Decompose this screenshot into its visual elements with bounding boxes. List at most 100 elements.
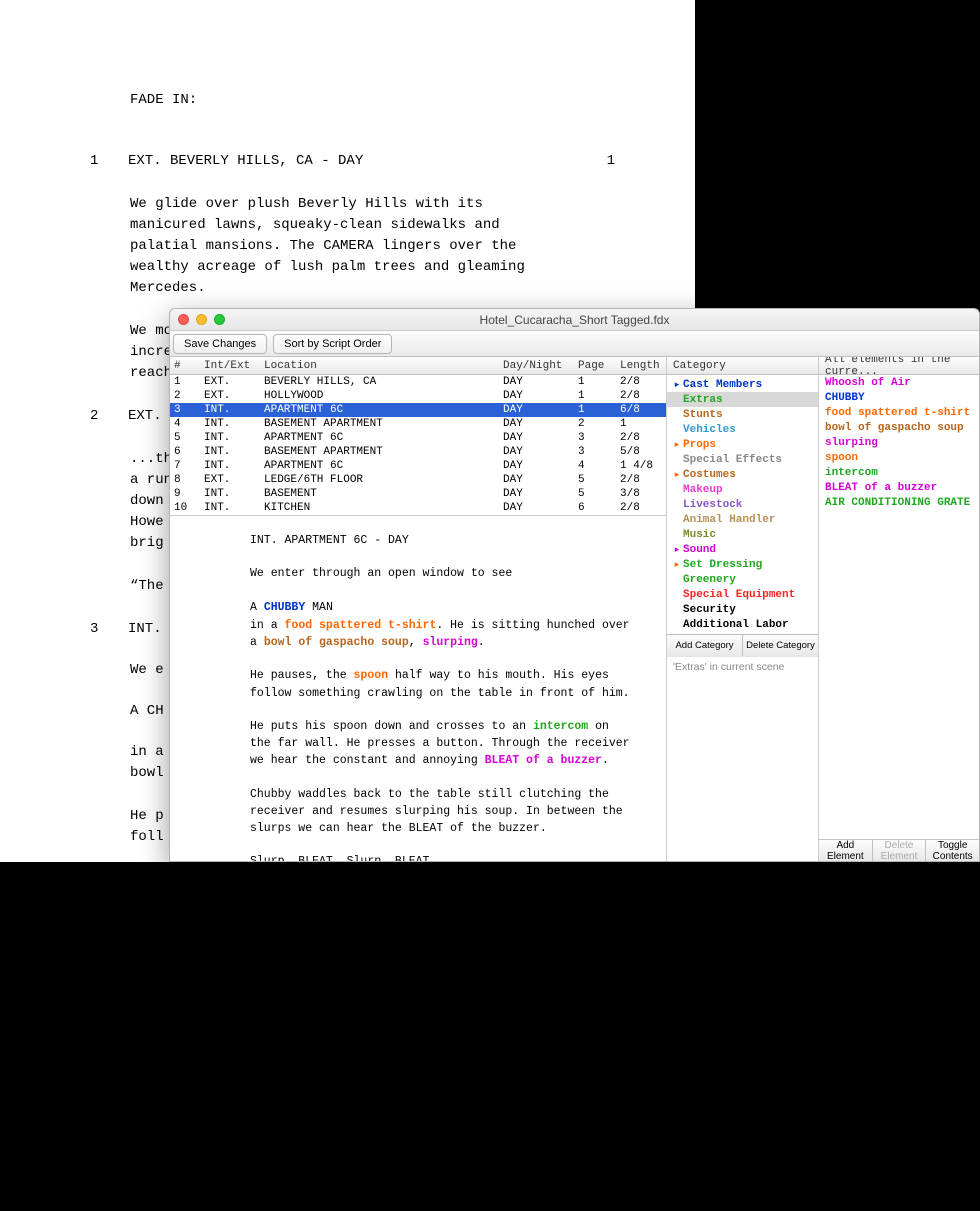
col-length[interactable]: Length bbox=[616, 360, 666, 372]
element-item[interactable]: slurping bbox=[825, 437, 973, 452]
category-item[interactable]: Greenery bbox=[667, 572, 818, 587]
element-item[interactable]: bowl of gaspacho soup bbox=[825, 422, 973, 437]
action-text-cut: far bbox=[130, 891, 555, 912]
category-label: Livestock bbox=[683, 499, 742, 511]
tag-prop[interactable]: spoon bbox=[354, 669, 389, 682]
category-item[interactable]: Vehicles bbox=[667, 422, 818, 437]
category-item[interactable]: ▸Cast Members bbox=[667, 377, 818, 392]
action-text-cut: AIR bbox=[130, 1126, 555, 1147]
sort-by-script-order-button[interactable]: Sort by Script Order bbox=[273, 334, 392, 354]
category-item[interactable]: ▸Costumes bbox=[667, 467, 818, 482]
scene-row[interactable]: 4INT.BASEMENT APARTMENTDAY21 bbox=[170, 417, 666, 431]
disclosure-arrow-icon[interactable]: ▸ bbox=[671, 440, 683, 450]
scene-number-left: 2 bbox=[90, 406, 128, 427]
col-location[interactable]: Location bbox=[260, 360, 499, 372]
category-label: Makeup bbox=[683, 484, 723, 496]
category-label: Animal Handler bbox=[683, 514, 775, 526]
tag-costume[interactable]: food spattered t-shirt bbox=[285, 619, 437, 632]
disclosure-arrow-icon[interactable]: ▸ bbox=[671, 560, 683, 570]
save-changes-button[interactable]: Save Changes bbox=[173, 334, 267, 354]
scene-heading: EXT. BEVERLY HILLS, CA - DAY bbox=[128, 151, 585, 172]
delete-category-button[interactable]: Delete Category bbox=[743, 635, 818, 656]
action-text-cut: He p bbox=[130, 870, 555, 891]
tag-sound[interactable]: BLEAT of a buzzer bbox=[485, 754, 602, 767]
category-item[interactable]: Stunts bbox=[667, 407, 818, 422]
category-item[interactable]: ▸Props bbox=[667, 437, 818, 452]
scene-number-right: 1 bbox=[585, 151, 615, 172]
action-text-cut: mesh bbox=[130, 1190, 555, 1211]
category-item[interactable]: ▸Sound bbox=[667, 542, 818, 557]
scene-number-left: 3 bbox=[90, 619, 128, 640]
scene-table: # Int/Ext Location Day/Night Page Length… bbox=[170, 357, 666, 516]
scene-row[interactable]: 10INT.KITCHENDAY62/8 bbox=[170, 501, 666, 515]
element-item[interactable]: intercom bbox=[825, 467, 973, 482]
col-day-night[interactable]: Day/Night bbox=[499, 360, 574, 372]
element-item[interactable]: Whoosh of Air bbox=[825, 377, 973, 392]
scene-number-left: 1 bbox=[90, 151, 128, 172]
category-label: Set Dressing bbox=[683, 559, 762, 571]
category-pane: Category ▸Cast MembersExtrasStuntsVehicl… bbox=[667, 357, 819, 861]
category-item[interactable]: ▸Set Dressing bbox=[667, 557, 818, 572]
category-item[interactable]: Animal Handler bbox=[667, 512, 818, 527]
category-item[interactable]: Additional Labor bbox=[667, 617, 818, 632]
elements-pane: All elements in the curre... Whoosh of A… bbox=[819, 357, 979, 861]
category-item[interactable]: Livestock bbox=[667, 497, 818, 512]
category-item[interactable]: Music bbox=[667, 527, 818, 542]
tag-set-dressing[interactable]: intercom bbox=[533, 720, 588, 733]
scene-row[interactable]: 3INT.APARTMENT 6CDAY16/8 bbox=[170, 403, 666, 417]
col-page[interactable]: Page bbox=[574, 360, 616, 372]
add-element-button[interactable]: Add Element bbox=[819, 840, 873, 861]
disclosure-arrow-icon[interactable]: ▸ bbox=[671, 380, 683, 390]
tag-cast[interactable]: CHUBBY bbox=[264, 601, 305, 614]
scene-row[interactable]: 2EXT.HOLLYWOODDAY12/8 bbox=[170, 389, 666, 403]
tag-sound[interactable]: slurping bbox=[423, 636, 478, 649]
disclosure-arrow-icon[interactable]: ▸ bbox=[671, 545, 683, 555]
detail-slugline: INT. APARTMENT 6C - DAY bbox=[250, 532, 636, 549]
detail-action: Chubby waddles back to the table still c… bbox=[250, 786, 636, 838]
category-item[interactable]: Makeup bbox=[667, 482, 818, 497]
scene-row[interactable]: 8EXT.LEDGE/6TH FLOORDAY52/8 bbox=[170, 473, 666, 487]
element-item[interactable]: spoon bbox=[825, 452, 973, 467]
category-label: Music bbox=[683, 529, 716, 541]
action-text-cut: slur bbox=[130, 997, 555, 1018]
action-text-cut: We T bbox=[130, 1083, 555, 1104]
category-item[interactable]: Special Effects bbox=[667, 452, 818, 467]
element-item[interactable]: food spattered t-shirt bbox=[825, 407, 973, 422]
elements-list: Whoosh of AirCHUBBYfood spattered t-shir… bbox=[819, 375, 979, 839]
category-label: Costumes bbox=[683, 469, 736, 481]
action-text-cut: rece bbox=[130, 976, 555, 997]
category-item[interactable]: Extras bbox=[667, 392, 818, 407]
minimize-icon[interactable] bbox=[196, 314, 207, 325]
script-detail-view[interactable]: INT. APARTMENT 6C - DAY We enter through… bbox=[170, 516, 666, 861]
category-item[interactable]: Special Equipment bbox=[667, 587, 818, 602]
detail-action: in a food spattered t-shirt. He is sitti… bbox=[250, 617, 636, 652]
category-label: Extras bbox=[683, 394, 723, 406]
action-text-cut: HEAR bbox=[130, 912, 555, 933]
scene-row[interactable]: 1EXT.BEVERLY HILLS, CADAY12/8 bbox=[170, 375, 666, 389]
scene-row[interactable]: 7INT.APARTMENT 6CDAY41 4/8 bbox=[170, 459, 666, 473]
toggle-contents-button[interactable]: Toggle Contents bbox=[926, 840, 979, 861]
zoom-icon[interactable] bbox=[214, 314, 225, 325]
detail-action: We enter through an open window to see bbox=[250, 565, 636, 582]
delete-element-button[interactable]: Delete Element bbox=[873, 840, 927, 861]
category-list: ▸Cast MembersExtrasStuntsVehicles▸PropsS… bbox=[667, 375, 818, 634]
element-item[interactable]: AIR CONDITIONING GRATE bbox=[825, 497, 973, 512]
detail-character: A CHUBBY MAN bbox=[250, 599, 636, 616]
scene-table-header: # Int/Ext Location Day/Night Page Length bbox=[170, 357, 666, 375]
tag-prop[interactable]: bowl of gaspacho soup bbox=[264, 636, 409, 649]
col-number[interactable]: # bbox=[170, 360, 200, 372]
window-titlebar[interactable]: Hotel_Cucaracha_Short Tagged.fdx bbox=[170, 309, 979, 331]
scene-row[interactable]: 9INT.BASEMENTDAY53/8 bbox=[170, 487, 666, 501]
scene-row[interactable]: 5INT.APARTMENT 6CDAY32/8 bbox=[170, 431, 666, 445]
element-item[interactable]: BLEAT of a buzzer bbox=[825, 482, 973, 497]
category-item[interactable]: Security bbox=[667, 602, 818, 617]
scene-row[interactable]: 6INT.BASEMENT APARTMENTDAY35/8 bbox=[170, 445, 666, 459]
element-item[interactable]: CHUBBY bbox=[825, 392, 973, 407]
category-label: Greenery bbox=[683, 574, 736, 586]
category-label: Sound bbox=[683, 544, 716, 556]
disclosure-arrow-icon[interactable]: ▸ bbox=[671, 470, 683, 480]
col-int-ext[interactable]: Int/Ext bbox=[200, 360, 260, 372]
close-icon[interactable] bbox=[178, 314, 189, 325]
category-label: Cast Members bbox=[683, 379, 762, 391]
add-category-button[interactable]: Add Category bbox=[667, 635, 743, 656]
